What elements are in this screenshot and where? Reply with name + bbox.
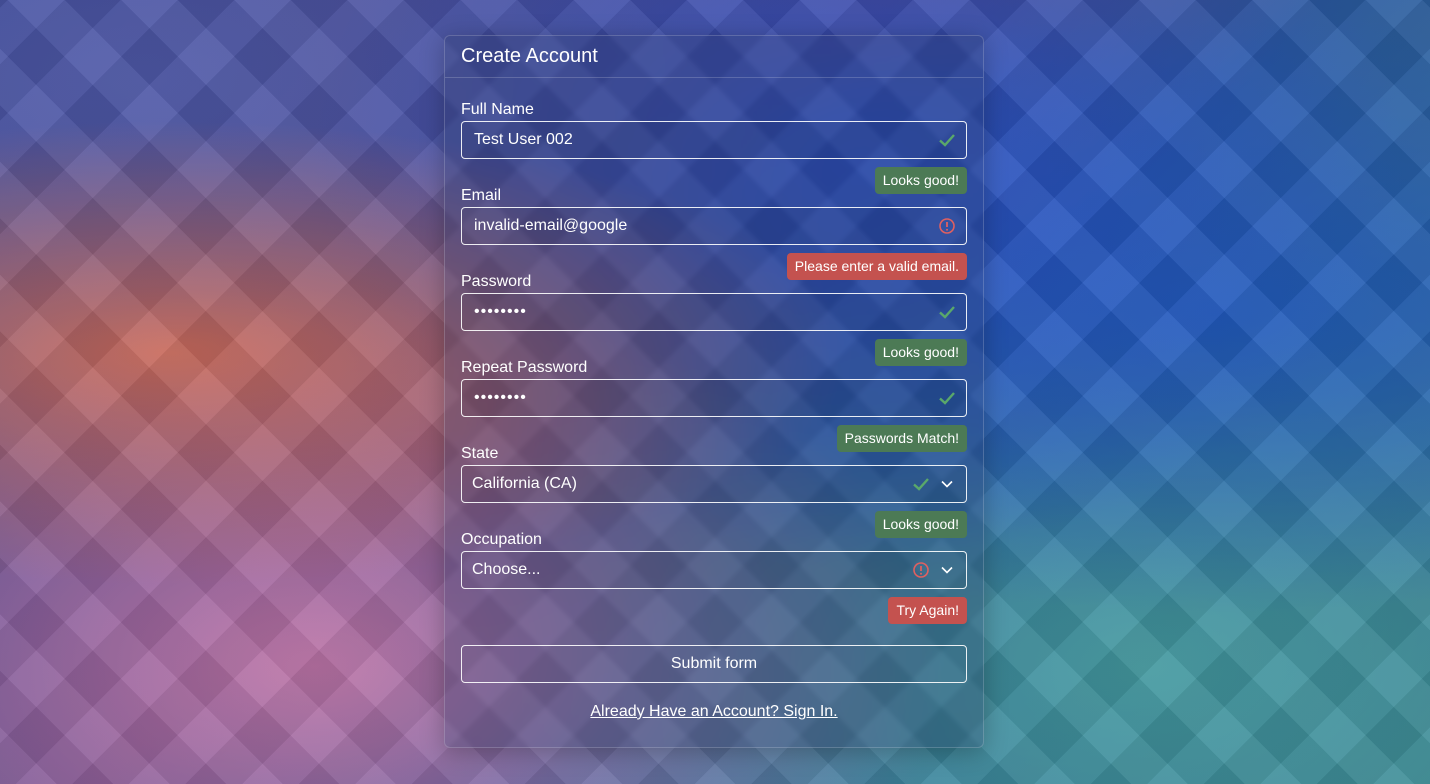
email-value: invalid-email@google xyxy=(474,217,628,234)
check-icon xyxy=(939,392,955,405)
email-input[interactable]: invalid-email@google xyxy=(461,207,967,245)
repeat-password-label: Repeat Password xyxy=(461,359,588,376)
password-input[interactable]: •••••••• xyxy=(461,293,967,331)
sign-in-link[interactable]: Already Have an Account? Sign In. xyxy=(445,703,983,721)
chevron-down-icon xyxy=(941,566,953,574)
check-icon xyxy=(913,478,929,491)
check-icon xyxy=(939,134,955,147)
submit-button[interactable]: Submit form xyxy=(461,645,967,683)
repeat-password-value: •••••••• xyxy=(474,389,527,406)
full-name-input[interactable]: Test User 002 xyxy=(461,121,967,159)
full-name-label: Full Name xyxy=(461,101,534,118)
state-select[interactable]: California (CA) xyxy=(461,465,967,503)
occupation-group: Occupation Choose... Try Again! xyxy=(461,530,967,624)
occupation-feedback: Try Again! xyxy=(888,597,967,624)
occupation-value: Choose... xyxy=(472,561,541,578)
password-group: Password •••••••• Looks good! xyxy=(461,272,967,366)
state-group: State California (CA) Looks good! xyxy=(461,444,967,538)
password-value: •••••••• xyxy=(474,303,527,320)
email-group: Email invalid-email@google Please enter … xyxy=(461,186,967,280)
repeat-password-input[interactable]: •••••••• xyxy=(461,379,967,417)
chevron-down-icon xyxy=(941,480,953,488)
state-label: State xyxy=(461,445,499,462)
check-icon xyxy=(939,306,955,319)
full-name-group: Full Name Test User 002 Looks good! xyxy=(461,100,967,194)
create-account-card: Create Account Full Name Test User 002 L… xyxy=(444,35,984,748)
state-value: California (CA) xyxy=(472,475,577,492)
email-label: Email xyxy=(461,187,502,204)
full-name-value: Test User 002 xyxy=(474,131,573,148)
card-title: Create Account xyxy=(445,36,983,78)
alert-circle-icon xyxy=(939,218,955,234)
occupation-label: Occupation xyxy=(461,531,542,548)
password-label: Password xyxy=(461,273,532,290)
repeat-password-group: Repeat Password •••••••• Passwords Match… xyxy=(461,358,967,452)
alert-circle-icon xyxy=(913,562,929,578)
occupation-select[interactable]: Choose... xyxy=(461,551,967,589)
